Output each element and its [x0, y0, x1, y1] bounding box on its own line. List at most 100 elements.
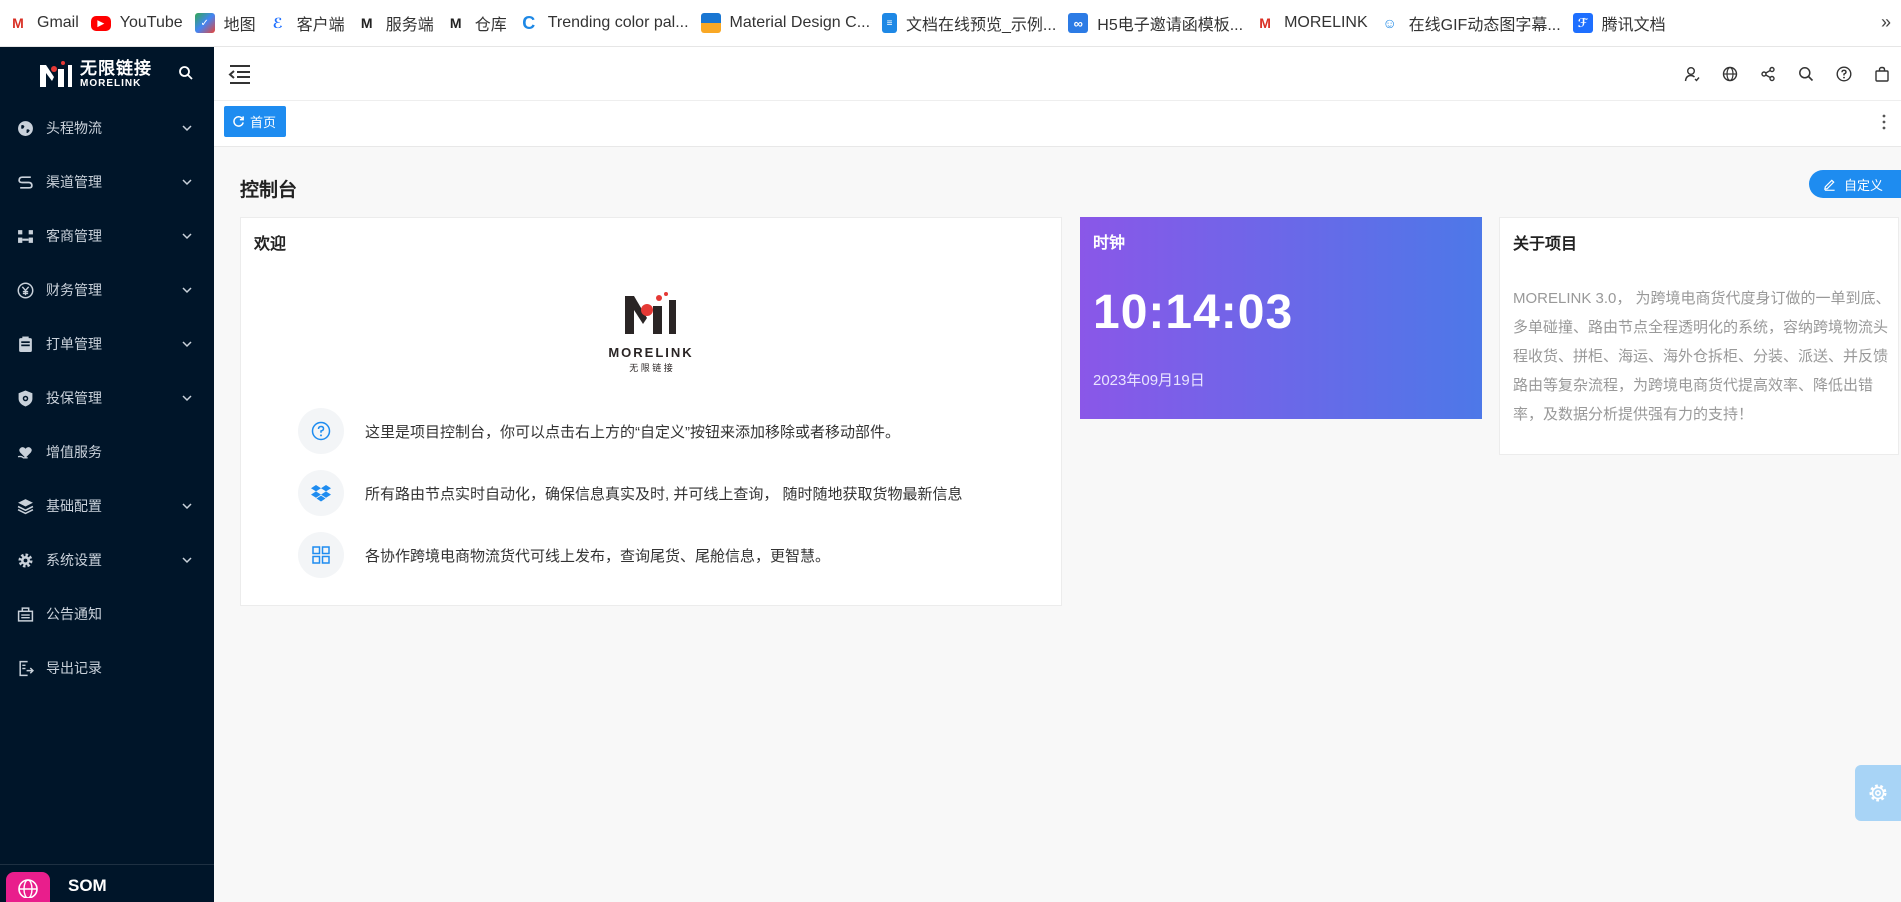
main-content: 控制台 自定义 欢迎 MORELINK 无 限 链 接 这里是项目控制台，你可以	[214, 147, 1901, 902]
sidebar-item-system-settings[interactable]: 系统设置	[0, 533, 214, 587]
shield-icon	[16, 389, 34, 407]
bookmark-label: 仓库	[474, 17, 507, 34]
print-icon	[16, 335, 34, 353]
tab-bar: 首页	[214, 101, 1901, 147]
share-icon[interactable]	[1749, 47, 1787, 101]
logo-en: MORELINK	[608, 345, 694, 360]
chevron-down-icon	[182, 341, 192, 348]
bookmark-label: Gmail	[37, 14, 79, 31]
bookmark-doc-preview[interactable]: ≡ 文档在线预览_示例...	[880, 0, 1066, 47]
sidebar-item-export-records[interactable]: 导出记录	[0, 641, 214, 695]
sidebar-item-basic-config[interactable]: 基础配置	[0, 479, 214, 533]
bookmark-label: 地图	[223, 17, 256, 34]
document-icon: ≡	[882, 13, 898, 33]
welcome-row: 这里是项目控制台，你可以点击右上方的“自定义”按钮来添加移除或者移动部件。	[298, 408, 900, 454]
bookmark-label: YouTube	[119, 14, 183, 31]
sidebar-item-first-leg-logistics[interactable]: 头程物流	[0, 101, 214, 155]
dropbox-icon	[298, 470, 344, 516]
chevron-down-icon	[182, 125, 192, 132]
top-header	[214, 47, 1901, 101]
sidebar-item-order-printing[interactable]: 打单管理	[0, 317, 214, 371]
sidebar-item-insurance-management[interactable]: 投保管理	[0, 371, 214, 425]
bookmark-h5[interactable]: ∞ H5电子邀请函模板...	[1066, 0, 1253, 47]
card-title: 关于项目	[1513, 236, 1578, 253]
logo-en: MORELINK	[80, 77, 142, 89]
bookmark-gif[interactable]: ☺ 在线GIF动态图字幕...	[1378, 0, 1571, 47]
gmail-icon: M	[1259, 15, 1271, 31]
bookmark-warehouse[interactable]: M 仓库	[444, 0, 517, 47]
youtube-icon: ▶	[90, 15, 111, 31]
page-title: 控制台	[240, 180, 298, 201]
sidebar-item-channel-management[interactable]: 渠道管理	[0, 155, 214, 209]
maps-icon: ✓	[194, 13, 215, 33]
sidebar-item-merchant-management[interactable]: 客商管理	[0, 209, 214, 263]
grid-icon	[298, 532, 344, 578]
welcome-row: 各协作跨境电商物流货代可线上发布，查询尾货、尾舱信息，更智慧。	[298, 532, 830, 578]
chevron-down-icon	[182, 233, 192, 240]
sidebar-item-label: 打单管理	[46, 336, 102, 352]
welcome-row-text: 所有路由节点实时自动化，确保信息真实及时, 并可线上查询， 随时随地获取货物最新…	[365, 485, 963, 503]
bookmark-material[interactable]: Material Design C...	[699, 0, 881, 47]
bookmark-server[interactable]: M 服务端	[355, 0, 444, 47]
refresh-icon[interactable]	[232, 115, 245, 128]
sidebar-item-announcements[interactable]: 公告通知	[0, 587, 214, 641]
bag-icon[interactable]	[1863, 47, 1901, 101]
chevron-down-icon	[182, 395, 192, 402]
route-icon	[16, 173, 34, 191]
globe-icon[interactable]	[1711, 47, 1749, 101]
morelink-icon: M	[449, 15, 462, 31]
bookmark-label: H5电子邀请函模板...	[1097, 17, 1244, 34]
globe-icon	[6, 872, 50, 902]
sidebar-item-label: 增值服务	[46, 444, 102, 460]
bookmark-maps[interactable]: ✓ 地图	[193, 0, 266, 47]
bookmark-youtube[interactable]: ▶ YouTube	[89, 0, 193, 47]
sidebar-item-label: 基础配置	[46, 498, 102, 514]
welcome-row: 所有路由节点实时自动化，确保信息真实及时, 并可线上查询， 随时随地获取货物最新…	[298, 470, 963, 516]
menu-collapse-icon[interactable]	[228, 63, 252, 85]
chevron-down-icon	[182, 557, 192, 564]
heart-hand-icon	[16, 443, 34, 461]
search-icon[interactable]	[178, 65, 194, 81]
floating-settings-button[interactable]	[1855, 765, 1901, 821]
help-icon[interactable]	[1825, 47, 1863, 101]
export-icon	[16, 659, 34, 677]
logo-text: 无限链接 MORELINK	[80, 60, 152, 89]
more-vertical-icon[interactable]	[1881, 113, 1887, 131]
bookmark-label: MORELINK	[1284, 14, 1368, 31]
user-icon[interactable]	[1673, 47, 1711, 101]
gmail-icon: M	[12, 15, 24, 31]
sidebar-item-label: 渠道管理	[46, 174, 102, 190]
sidebar-logo[interactable]: 无限链接 MORELINK	[0, 47, 214, 101]
logo-cn: 无 限 链 接	[629, 363, 673, 373]
sidebar-footer[interactable]: SOM	[0, 864, 214, 902]
sidebar-item-label: 导出记录	[46, 660, 102, 676]
card-title: 时钟	[1093, 235, 1126, 252]
edit-icon	[1824, 178, 1835, 191]
bookmark-label: 在线GIF动态图字幕...	[1408, 17, 1561, 34]
gif-icon: ☺	[1382, 15, 1397, 31]
bookmark-client[interactable]: ℰ 客户端	[266, 0, 355, 47]
card-title: 欢迎	[254, 236, 287, 253]
bookmark-tencent-docs[interactable]: ℱ 腾讯文档	[1571, 0, 1676, 47]
bookmark-morelink[interactable]: M MORELINK	[1253, 0, 1378, 47]
bookmarks-overflow-button[interactable]: »	[1881, 12, 1891, 33]
sidebar-item-label: 公告通知	[46, 606, 102, 622]
bookmark-coolors[interactable]: C Trending color pal...	[517, 0, 699, 47]
customize-button[interactable]: 自定义	[1809, 170, 1901, 198]
tencent-docs-icon: ℱ	[1572, 13, 1593, 33]
bookmark-label: 客户端	[296, 17, 345, 34]
yen-icon	[16, 281, 34, 299]
bookmark-gmail[interactable]: M Gmail	[6, 0, 89, 47]
clock-date: 2023年09月19日	[1093, 372, 1205, 389]
bookmark-label: 文档在线预览_示例...	[906, 17, 1057, 34]
welcome-row-text: 各协作跨境电商物流货代可线上发布，查询尾货、尾舱信息，更智慧。	[365, 547, 831, 565]
morelink-icon: M	[360, 15, 373, 31]
sidebar-item-value-added-services[interactable]: 增值服务	[0, 425, 214, 479]
about-card: 关于项目 MORELINK 3.0， 为跨境电商货代度身订做的一单到底、多单碰撞…	[1499, 217, 1899, 455]
infinity-icon: ∞	[1068, 13, 1089, 33]
search-icon[interactable]	[1787, 47, 1825, 101]
sidebar-item-finance-management[interactable]: 财务管理	[0, 263, 214, 317]
morelink-logo-icon	[40, 61, 72, 87]
coolors-icon: C	[522, 12, 536, 33]
tab-home[interactable]: 首页	[224, 106, 287, 137]
